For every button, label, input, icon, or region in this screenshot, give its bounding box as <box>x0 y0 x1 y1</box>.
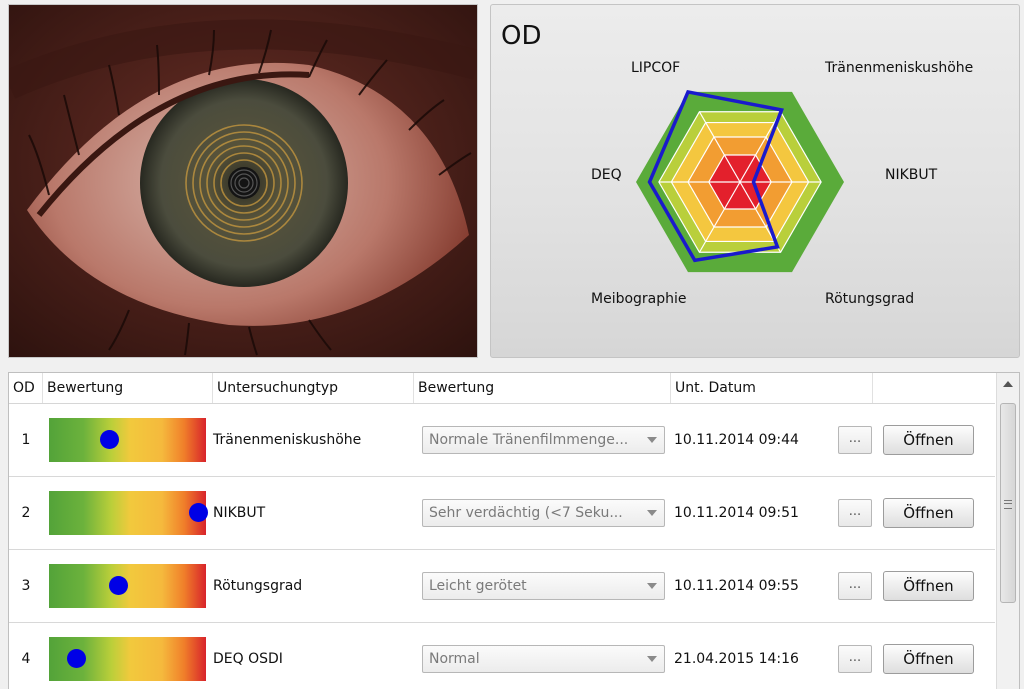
rating-marker <box>189 503 209 522</box>
rating-dropdown[interactable]: Normale Tränenfilmmenge... <box>422 426 665 454</box>
table-row[interactable]: 1 Tränenmeniskushöhe Normale Tränenfilmm… <box>9 404 995 477</box>
examination-type: Tränenmeniskushöhe <box>213 432 362 448</box>
examination-type: DEQ OSDI <box>213 651 283 667</box>
table-row[interactable]: 3 Rötungsgrad Leicht gerötet 10.11.2014 … <box>9 550 995 623</box>
row-number: 2 <box>21 505 31 521</box>
chevron-down-icon[interactable] <box>647 656 657 662</box>
header-bewertung-text[interactable]: Bewertung <box>414 373 671 403</box>
more-options-button[interactable]: ... <box>838 499 872 527</box>
rating-gauge <box>49 491 209 535</box>
radar-label-traenenmeniskushoehe: Tränenmeniskushöhe <box>825 60 974 76</box>
rating-gauge <box>49 564 206 608</box>
more-options-button[interactable]: ... <box>838 572 872 600</box>
examination-date: 10.11.2014 09:44 <box>674 432 799 448</box>
examination-date: 10.11.2014 09:55 <box>674 578 799 594</box>
vertical-scrollbar[interactable] <box>996 373 1019 689</box>
open-button[interactable]: Öffnen <box>883 425 974 455</box>
radar-label-lipcof: LIPCOF <box>631 60 681 76</box>
rating-dropdown-value[interactable]: Normale Tränenfilmmenge... <box>422 426 665 454</box>
more-options-button[interactable]: ... <box>838 426 872 454</box>
header-bewertung[interactable]: Bewertung <box>43 373 213 403</box>
rating-dropdown[interactable]: Leicht gerötet <box>422 572 665 600</box>
header-od[interactable]: OD <box>9 373 43 403</box>
rating-gauge <box>49 418 206 462</box>
chevron-down-icon[interactable] <box>647 583 657 589</box>
open-button[interactable]: Öffnen <box>883 571 974 601</box>
chevron-down-icon[interactable] <box>647 437 657 443</box>
radar-label-deq: DEQ <box>591 167 622 183</box>
examination-table: OD Bewertung Untersuchungtyp Bewertung U… <box>8 372 1020 689</box>
row-number: 1 <box>21 432 31 448</box>
rating-dropdown-value[interactable]: Sehr verdächtig (<7 Seku... <box>422 499 665 527</box>
radar-label-roetungsgrad: Rötungsgrad <box>825 291 915 307</box>
eye-image <box>8 4 478 358</box>
examination-type: Rötungsgrad <box>213 578 303 594</box>
examination-date: 21.04.2015 14:16 <box>674 651 799 667</box>
radar-chart <box>636 89 844 273</box>
table-header: OD Bewertung Untersuchungtyp Bewertung U… <box>9 373 995 404</box>
header-untersuchungstyp[interactable]: Untersuchungtyp <box>213 373 414 403</box>
radar-chart-panel: OD LIPCOF Tränenmeniskushöhe NIKBUT Rötu… <box>490 4 1020 358</box>
more-options-button[interactable]: ... <box>838 645 872 673</box>
row-number: 3 <box>21 578 31 594</box>
table-row[interactable]: 2 NIKBUT Sehr verdächtig (<7 Seku... 10.… <box>9 477 995 550</box>
header-actions <box>873 373 995 403</box>
row-number: 4 <box>21 651 31 667</box>
rating-marker <box>99 430 119 449</box>
rating-dropdown[interactable]: Sehr verdächtig (<7 Seku... <box>422 499 665 527</box>
eye-photo <box>9 5 477 357</box>
radar-label-meibographie: Meibographie <box>591 291 687 307</box>
rating-gauge <box>49 637 206 681</box>
open-button[interactable]: Öffnen <box>883 498 974 528</box>
rating-dropdown[interactable]: Normal <box>422 645 665 673</box>
rating-marker <box>66 649 86 668</box>
scroll-up-arrow-icon[interactable] <box>1003 381 1013 387</box>
rating-marker <box>109 576 129 595</box>
grip-icon <box>1004 500 1012 509</box>
table-row[interactable]: 4 DEQ OSDI Normal 21.04.2015 14:16 ... Ö… <box>9 623 995 689</box>
header-datum[interactable]: Unt. Datum <box>671 373 873 403</box>
scroll-thumb[interactable] <box>1000 403 1016 603</box>
radar-label-nikbut: NIKBUT <box>885 167 938 183</box>
rating-dropdown-value[interactable]: Leicht gerötet <box>422 572 665 600</box>
open-button[interactable]: Öffnen <box>883 644 974 674</box>
examination-type: NIKBUT <box>213 505 266 521</box>
rating-dropdown-value[interactable]: Normal <box>422 645 665 673</box>
chevron-down-icon[interactable] <box>647 510 657 516</box>
examination-date: 10.11.2014 09:51 <box>674 505 799 521</box>
